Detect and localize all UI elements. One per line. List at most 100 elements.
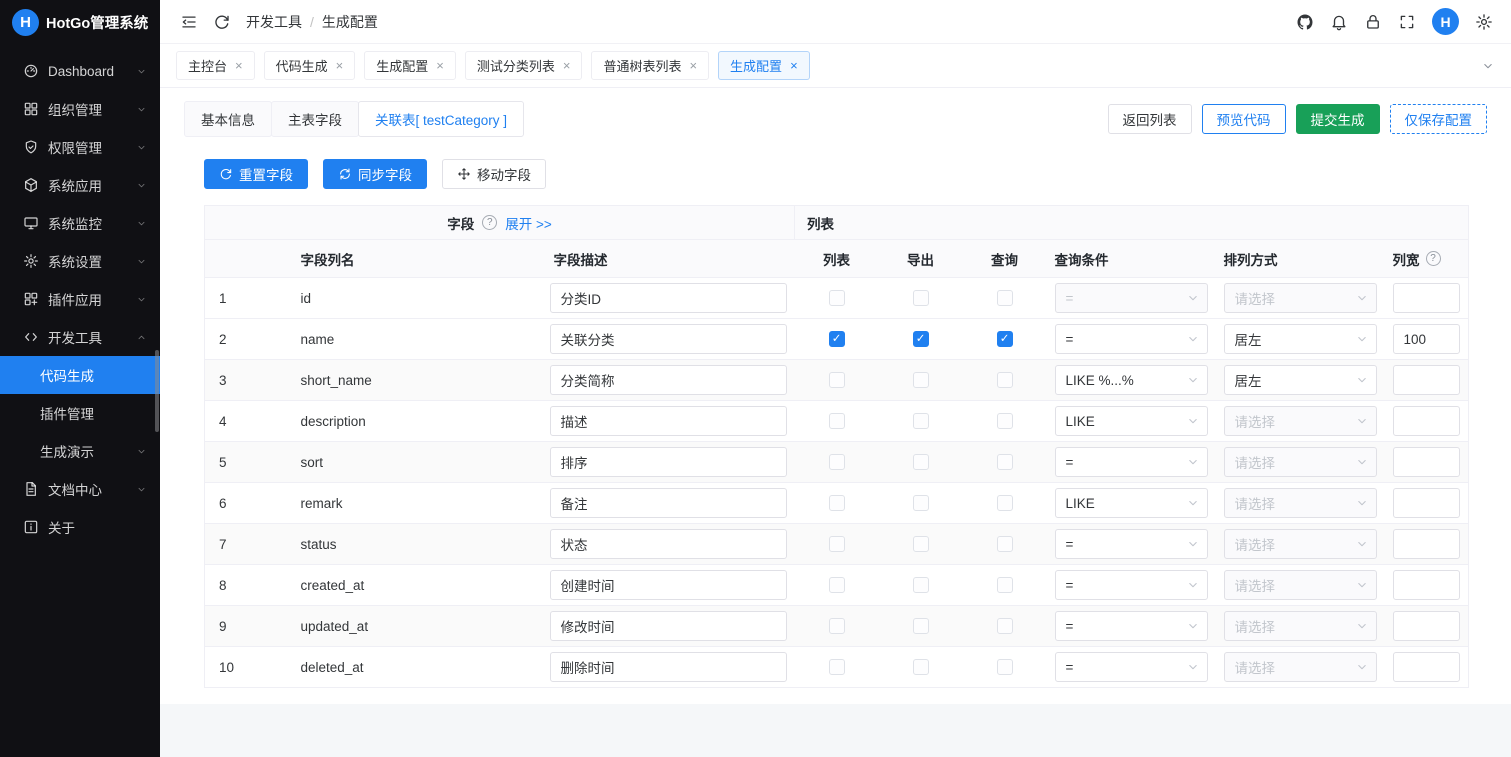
- sidebar-item-code-generation[interactable]: 代码生成: [0, 356, 160, 394]
- column-width-input[interactable]: [1393, 283, 1461, 313]
- query-checkbox[interactable]: [997, 413, 1013, 429]
- query-checkbox[interactable]: [997, 495, 1013, 511]
- query-condition-select[interactable]: =: [1055, 652, 1208, 682]
- align-select[interactable]: 居左: [1224, 324, 1377, 354]
- tab-close-icon[interactable]: ×: [336, 59, 344, 72]
- width-help-icon[interactable]: ?: [1426, 251, 1441, 266]
- sidebar-item-system-app[interactable]: 系统应用: [0, 166, 160, 204]
- tab-close-icon[interactable]: ×: [790, 59, 798, 72]
- sidebar-item-generate-demo[interactable]: 生成演示: [0, 432, 160, 470]
- sidebar-item-about[interactable]: 关于: [0, 508, 160, 546]
- tab-close-icon[interactable]: ×: [563, 59, 571, 72]
- export-checkbox[interactable]: [913, 495, 929, 511]
- tab-close-icon[interactable]: ×: [235, 59, 243, 72]
- expand-link[interactable]: 展开 >>: [505, 213, 552, 233]
- list-checkbox[interactable]: [829, 372, 845, 388]
- column-width-input[interactable]: [1393, 324, 1461, 354]
- content-tab-related-table[interactable]: 关联表[ testCategory ]: [358, 101, 524, 137]
- query-checkbox[interactable]: [997, 577, 1013, 593]
- field-desc-input[interactable]: [550, 406, 787, 436]
- column-width-input[interactable]: [1393, 447, 1461, 477]
- lock-screen-icon[interactable]: [1364, 13, 1382, 31]
- list-checkbox[interactable]: [829, 413, 845, 429]
- tab-list-chevron-icon[interactable]: [1481, 59, 1495, 73]
- field-desc-input[interactable]: [550, 529, 787, 559]
- field-desc-input[interactable]: [550, 652, 787, 682]
- column-width-input[interactable]: [1393, 406, 1461, 436]
- reset-fields-button[interactable]: 重置字段: [204, 159, 308, 189]
- sidebar-item-system-settings[interactable]: 系统设置: [0, 242, 160, 280]
- export-checkbox[interactable]: [913, 372, 929, 388]
- sidebar-item-plugin-manage[interactable]: 插件管理: [0, 394, 160, 432]
- content-tab-main-table-fields[interactable]: 主表字段: [271, 101, 359, 137]
- sidebar-item-dashboard[interactable]: Dashboard: [0, 52, 160, 90]
- export-checkbox[interactable]: [913, 536, 929, 552]
- fullscreen-icon[interactable]: [1398, 13, 1416, 31]
- field-desc-input[interactable]: [550, 324, 787, 354]
- field-desc-input[interactable]: [550, 488, 787, 518]
- field-desc-input[interactable]: [550, 570, 787, 600]
- query-checkbox[interactable]: [997, 372, 1013, 388]
- sidebar-item-permission[interactable]: 权限管理: [0, 128, 160, 166]
- sidebar-item-system-monitor[interactable]: 系统监控: [0, 204, 160, 242]
- column-width-input[interactable]: [1393, 570, 1461, 600]
- field-desc-input[interactable]: [550, 447, 787, 477]
- query-checkbox[interactable]: [997, 454, 1013, 470]
- column-width-input[interactable]: [1393, 611, 1461, 641]
- query-condition-select[interactable]: LIKE %...%: [1055, 365, 1208, 395]
- list-checkbox[interactable]: [829, 577, 845, 593]
- tab-generate-config-2[interactable]: 生成配置 ×: [718, 51, 810, 80]
- query-condition-select[interactable]: =: [1055, 283, 1208, 313]
- preview-code-button[interactable]: 预览代码: [1202, 104, 1286, 134]
- export-checkbox[interactable]: [913, 290, 929, 306]
- tab-generate-config[interactable]: 生成配置 ×: [364, 51, 456, 80]
- align-select[interactable]: 请选择: [1224, 652, 1377, 682]
- align-select[interactable]: 请选择: [1224, 283, 1377, 313]
- tab-code-generation[interactable]: 代码生成 ×: [264, 51, 356, 80]
- submit-generate-button[interactable]: 提交生成: [1296, 104, 1380, 134]
- query-checkbox[interactable]: [997, 536, 1013, 552]
- column-width-input[interactable]: [1393, 652, 1461, 682]
- export-checkbox[interactable]: [913, 413, 929, 429]
- export-checkbox[interactable]: [913, 618, 929, 634]
- query-checkbox[interactable]: [997, 618, 1013, 634]
- list-checkbox[interactable]: [829, 331, 845, 347]
- tab-close-icon[interactable]: ×: [689, 59, 697, 72]
- list-checkbox[interactable]: [829, 454, 845, 470]
- sidebar-scrollbar[interactable]: [155, 350, 159, 432]
- query-condition-select[interactable]: =: [1055, 570, 1208, 600]
- tab-console[interactable]: 主控台 ×: [176, 51, 255, 80]
- list-checkbox[interactable]: [829, 536, 845, 552]
- align-select[interactable]: 请选择: [1224, 570, 1377, 600]
- export-checkbox[interactable]: [913, 659, 929, 675]
- list-checkbox[interactable]: [829, 618, 845, 634]
- notification-bell-icon[interactable]: [1330, 13, 1348, 31]
- query-checkbox[interactable]: [997, 331, 1013, 347]
- tab-test-category-list[interactable]: 测试分类列表 ×: [465, 51, 583, 80]
- align-select[interactable]: 请选择: [1224, 611, 1377, 641]
- export-checkbox[interactable]: [913, 577, 929, 593]
- query-condition-select[interactable]: =: [1055, 447, 1208, 477]
- list-checkbox[interactable]: [829, 659, 845, 675]
- query-condition-select[interactable]: =: [1055, 611, 1208, 641]
- settings-gear-icon[interactable]: [1475, 13, 1493, 31]
- column-width-input[interactable]: [1393, 488, 1461, 518]
- github-icon[interactable]: [1296, 13, 1314, 31]
- sidebar-item-plugin-app[interactable]: 插件应用: [0, 280, 160, 318]
- export-checkbox[interactable]: [913, 454, 929, 470]
- sidebar-collapse-icon[interactable]: [180, 13, 198, 31]
- export-checkbox[interactable]: [913, 331, 929, 347]
- query-checkbox[interactable]: [997, 659, 1013, 675]
- field-desc-input[interactable]: [550, 283, 787, 313]
- align-select[interactable]: 请选择: [1224, 406, 1377, 436]
- align-select[interactable]: 请选择: [1224, 488, 1377, 518]
- field-desc-input[interactable]: [550, 365, 787, 395]
- query-condition-select[interactable]: LIKE: [1055, 406, 1208, 436]
- column-width-input[interactable]: [1393, 529, 1461, 559]
- column-width-input[interactable]: [1393, 365, 1461, 395]
- field-help-icon[interactable]: ?: [482, 215, 497, 230]
- sidebar-item-doc-center[interactable]: 文档中心: [0, 470, 160, 508]
- align-select[interactable]: 请选择: [1224, 447, 1377, 477]
- align-select[interactable]: 居左: [1224, 365, 1377, 395]
- move-fields-button[interactable]: 移动字段: [442, 159, 546, 189]
